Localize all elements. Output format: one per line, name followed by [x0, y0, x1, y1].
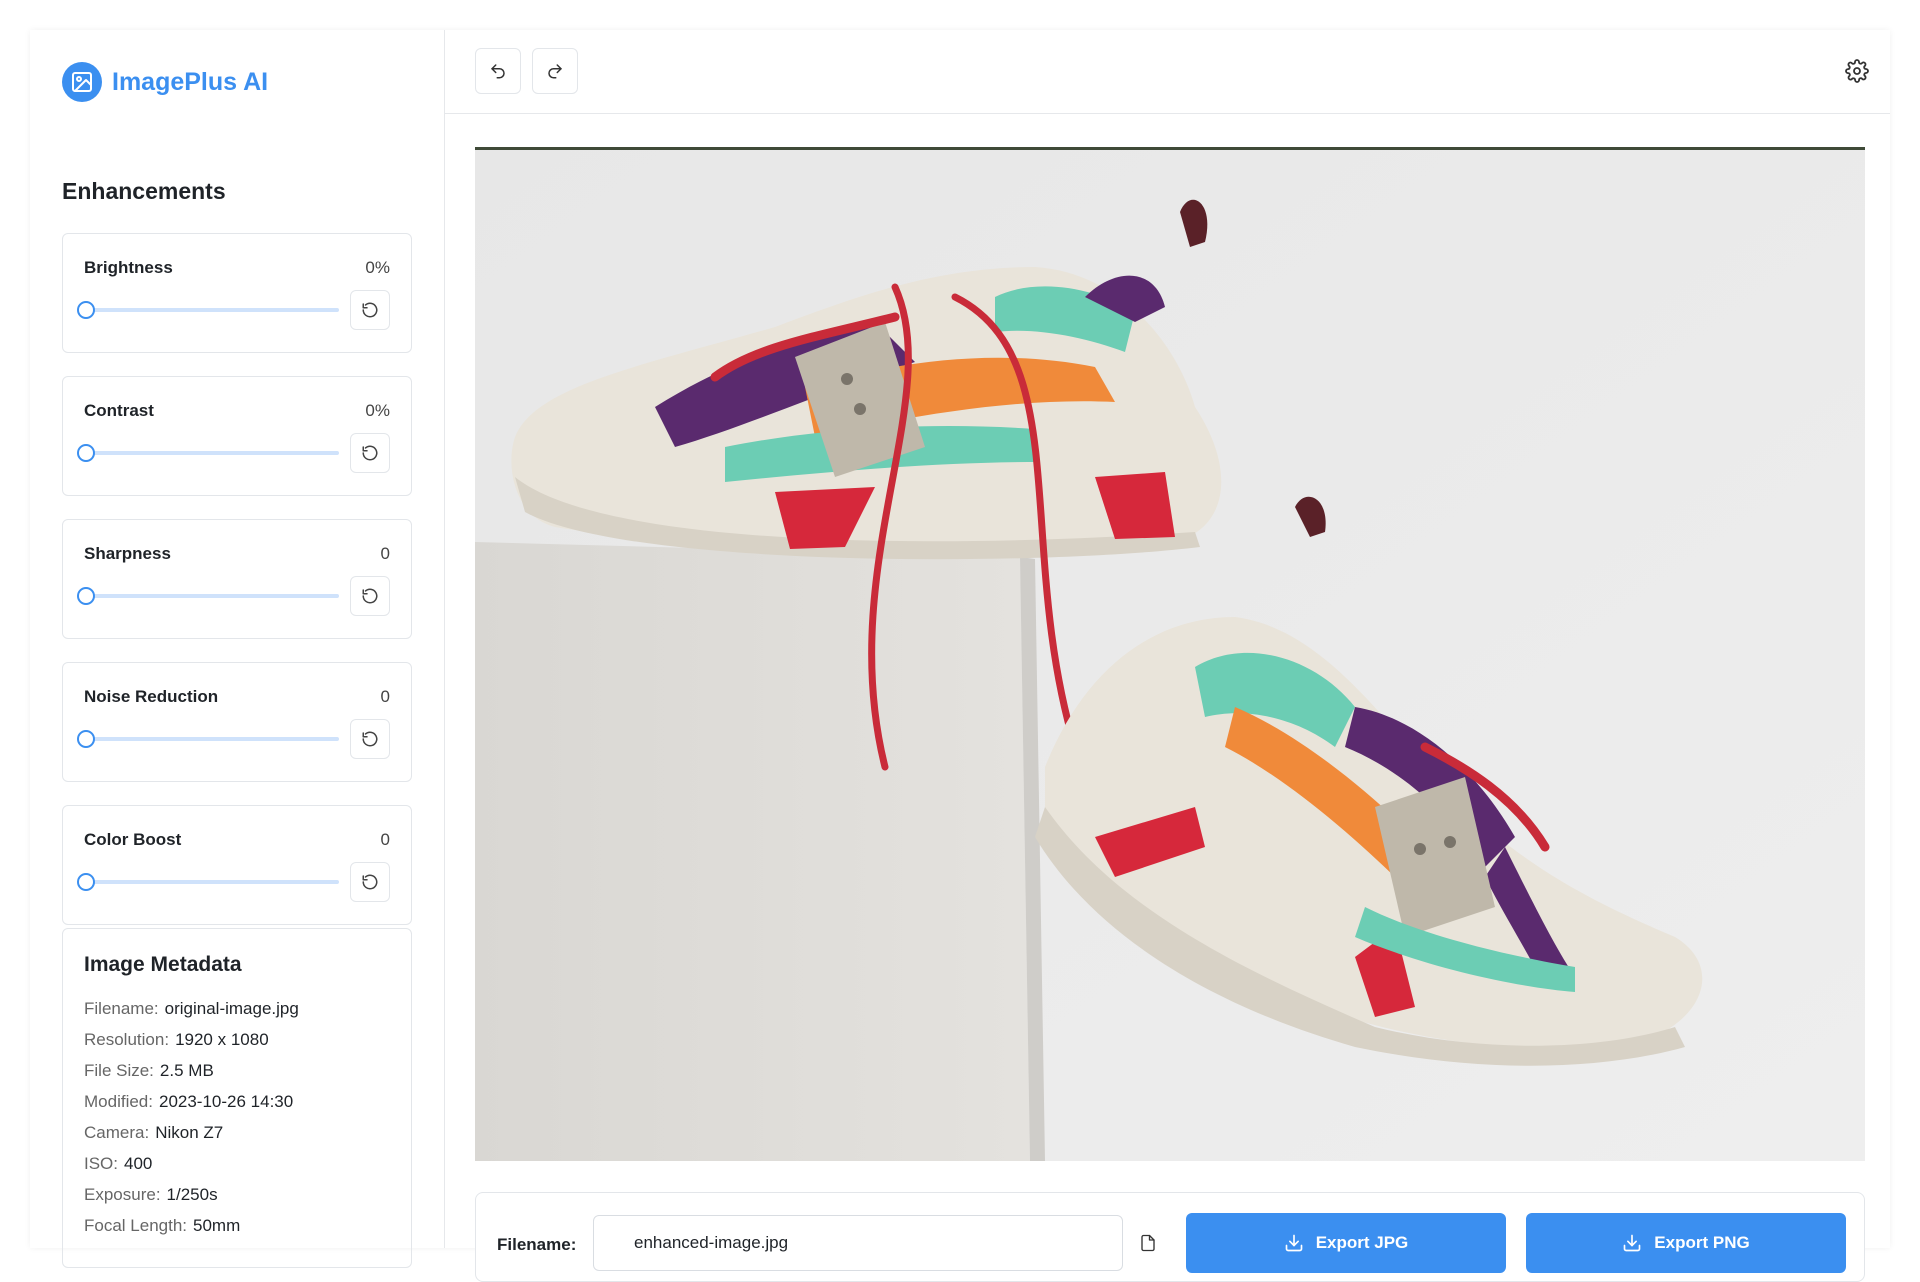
toolbar — [445, 30, 1890, 114]
app-window: ImagePlus AI Enhancements Brightness 0% … — [30, 30, 1890, 1282]
redo-icon — [548, 64, 562, 79]
slider-thumb[interactable] — [77, 730, 95, 748]
metadata-key: Resolution: — [84, 1030, 170, 1049]
brightness-reset-button[interactable] — [350, 290, 390, 330]
control-value: 0 — [380, 687, 390, 706]
metadata-key: File Size: — [84, 1061, 154, 1080]
control-label: Noise Reduction — [84, 687, 219, 706]
brightness-slider[interactable] — [77, 298, 339, 322]
noise-reduction-slider[interactable] — [77, 727, 339, 751]
export-bar: Filename: Export JPG Export PNG — [475, 1192, 1865, 1282]
metadata-row: Filename: original-image.jpg — [84, 999, 299, 1019]
metadata-value: 1/250s — [166, 1185, 218, 1204]
sharpness-reset-button[interactable] — [350, 576, 390, 616]
metadata-row: Resolution: 1920 x 1080 — [84, 1030, 269, 1050]
control-label: Contrast — [84, 401, 154, 420]
export-jpg-label: Export JPG — [1315, 1233, 1409, 1252]
contrast-reset-button[interactable] — [350, 433, 390, 473]
noise-reduction-reset-button[interactable] — [350, 719, 390, 759]
download-icon — [1623, 1234, 1641, 1252]
image-preview[interactable] — [475, 147, 1865, 1161]
slider-track[interactable] — [85, 737, 339, 741]
metadata-row: Focal Length: 50mm — [84, 1216, 240, 1236]
control-value: 0 — [380, 830, 390, 849]
metadata-value: 2023-10-26 14:30 — [158, 1092, 294, 1111]
undo-icon — [491, 64, 505, 79]
slider-track[interactable] — [85, 880, 339, 884]
brand-name: ImagePlus AI — [112, 67, 269, 96]
reset-icon — [362, 731, 378, 747]
reset-icon — [362, 874, 378, 890]
control-value: 0 — [380, 544, 390, 563]
file-icon[interactable] — [1137, 1231, 1159, 1255]
slider-thumb[interactable] — [77, 444, 95, 462]
control-label: Color Boost — [84, 830, 182, 849]
download-icon — [1285, 1234, 1303, 1252]
export-png-button[interactable]: Export PNG — [1526, 1213, 1846, 1273]
metadata-value: 50mm — [193, 1216, 241, 1235]
sharpness-control: Sharpness 0 — [62, 519, 412, 639]
contrast-control: Contrast 0% — [62, 376, 412, 496]
export-jpg-button[interactable]: Export JPG — [1186, 1213, 1506, 1273]
noise-reduction-control: Noise Reduction 0 — [62, 662, 412, 782]
slider-track[interactable] — [85, 451, 339, 455]
metadata-value: original-image.jpg — [164, 999, 299, 1018]
slider-thumb[interactable] — [77, 301, 95, 319]
reset-icon — [362, 445, 378, 461]
reset-icon — [362, 302, 378, 318]
filename-label: Filename: — [497, 1235, 577, 1254]
slider-thumb[interactable] — [77, 873, 95, 891]
settings-button[interactable] — [1840, 54, 1874, 88]
contrast-slider[interactable] — [77, 441, 339, 465]
metadata-key: Filename: — [84, 999, 159, 1018]
metadata-row: Exposure: 1/250s — [84, 1185, 218, 1205]
enhancements-title: Enhancements — [62, 178, 226, 204]
metadata-value: 2.5 MB — [159, 1061, 214, 1080]
gear-icon — [1845, 59, 1869, 83]
image-metadata-panel: Image Metadata Filename: original-image.j… — [62, 928, 412, 1268]
sidebar: ImagePlus AI Enhancements Brightness 0% … — [30, 30, 445, 1268]
metadata-key: Camera: — [84, 1123, 150, 1142]
brand[interactable]: ImagePlus AI — [62, 62, 268, 102]
image-icon — [62, 62, 102, 102]
filename-input[interactable] — [593, 1215, 1123, 1271]
slider-track[interactable] — [85, 308, 339, 312]
metadata-key: Focal Length: — [84, 1216, 188, 1235]
color-boost-reset-button[interactable] — [350, 862, 390, 902]
slider-track[interactable] — [85, 594, 339, 598]
metadata-key: Modified: — [84, 1092, 153, 1111]
metadata-row: File Size: 2.5 MB — [84, 1061, 214, 1081]
slider-thumb[interactable] — [77, 587, 95, 605]
main-area: Filename: Export JPG Export PNG — [445, 30, 1890, 1282]
control-value: 0% — [365, 258, 390, 277]
metadata-value: 1920 x 1080 — [175, 1030, 269, 1049]
metadata-title: Image Metadata — [84, 953, 242, 976]
reset-icon — [362, 588, 378, 604]
color-boost-control: Color Boost 0 — [62, 805, 412, 925]
metadata-row: Modified: 2023-10-26 14:30 — [84, 1092, 293, 1112]
redo-button[interactable] — [532, 48, 578, 94]
undo-button[interactable] — [475, 48, 521, 94]
control-label: Sharpness — [84, 544, 171, 563]
metadata-value: Nikon Z7 — [155, 1123, 224, 1142]
metadata-row: ISO: 400 — [84, 1154, 152, 1174]
brightness-control: Brightness 0% — [62, 233, 412, 353]
control-value: 0% — [365, 401, 390, 420]
metadata-key: ISO: — [84, 1154, 119, 1173]
metadata-value: 400 — [124, 1154, 153, 1173]
color-boost-slider[interactable] — [77, 870, 339, 894]
metadata-key: Exposure: — [84, 1185, 161, 1204]
sharpness-slider[interactable] — [77, 584, 339, 608]
control-label: Brightness — [84, 258, 173, 277]
metadata-row: Camera: Nikon Z7 — [84, 1123, 223, 1143]
sneakers-photo — [475, 147, 1865, 1161]
export-png-label: Export PNG — [1654, 1233, 1750, 1252]
